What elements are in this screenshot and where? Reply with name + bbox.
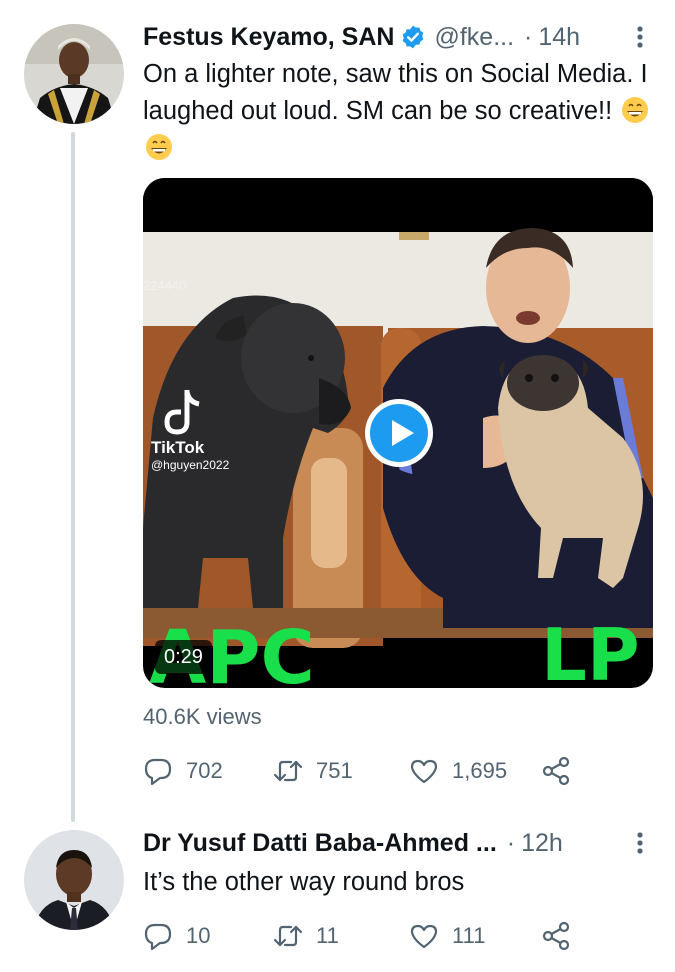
play-button-icon[interactable] [364, 398, 434, 468]
main-tweet[interactable]: Festus Keyamo, SAN @fke... · 14h On a li… [0, 0, 675, 822]
share-icon [542, 756, 570, 786]
video-watermark-number: 224440 [143, 278, 187, 293]
share-icon [542, 921, 570, 951]
reply-more-options-icon[interactable] [625, 828, 655, 858]
overlay-lp-text: LP [541, 613, 640, 688]
reply-header-separator: · [506, 828, 516, 857]
reply-timestamp[interactable]: 12h [521, 829, 563, 858]
retweet-icon [273, 925, 303, 947]
tiktok-label: TikTok [151, 438, 205, 457]
author-avatar[interactable] [24, 24, 124, 124]
reply-author-avatar[interactable] [24, 830, 124, 930]
reply-header: Dr Yusuf Datti Baba-Ahmed ... · 12h [143, 826, 655, 860]
share-button[interactable] [541, 754, 571, 788]
reply-icon [144, 758, 172, 786]
reply-retweet-count: 11 [316, 923, 339, 948]
tiktok-username: @hguyen2022 [151, 458, 230, 472]
author-handle[interactable]: @fke... [434, 23, 514, 52]
tweet-text: On a lighter note, saw this on Social Me… [143, 56, 658, 167]
reply-retweet-button[interactable]: 11 [273, 919, 339, 953]
reply-text: It’s the other way round bros [143, 868, 465, 896]
reply-button[interactable]: 702 [143, 754, 223, 788]
tweet-actions: 702 751 1,695 [143, 754, 613, 788]
reply-like-button[interactable]: 111 [409, 919, 485, 953]
reply-reply-count: 10 [186, 923, 211, 948]
tweet-body: On a lighter note, saw this on Social Me… [143, 60, 648, 125]
header-separator: · [524, 22, 533, 51]
retweet-count: 751 [316, 758, 353, 783]
video-duration: 0:29 [155, 640, 212, 674]
more-options-icon[interactable] [625, 22, 655, 52]
grinning-face-icon [622, 97, 649, 123]
reply-author-photo [24, 830, 124, 930]
like-button[interactable]: 1,695 [409, 754, 507, 788]
heart-icon [410, 924, 438, 949]
reply-actions: 10 11 111 [143, 919, 613, 953]
grinning-face-icon [146, 134, 172, 160]
view-count: 40.6K views [143, 704, 262, 729]
retweet-icon [273, 760, 303, 782]
reply-tweet[interactable]: Dr Yusuf Datti Baba-Ahmed ... · 12h It’s… [0, 812, 675, 972]
video-player[interactable]: APC LP 224440 TikTok @hguyen2022 0:29 [143, 178, 653, 688]
reply-reply-button[interactable]: 10 [143, 919, 210, 953]
reply-share-button[interactable] [541, 919, 571, 953]
tweet-timestamp[interactable]: 14h [538, 23, 580, 52]
retweet-button[interactable]: 751 [273, 754, 353, 788]
verified-badge-icon [403, 25, 424, 49]
tweet-header: Festus Keyamo, SAN @fke... · 14h [143, 20, 655, 54]
thread-connector-line [71, 132, 75, 822]
author-photo [24, 24, 124, 124]
reply-icon [144, 923, 172, 951]
reply-count: 702 [186, 758, 223, 783]
like-count: 1,695 [452, 758, 508, 783]
author-name[interactable]: Festus Keyamo, SAN [143, 23, 394, 52]
reply-author-name[interactable]: Dr Yusuf Datti Baba-Ahmed ... [143, 829, 497, 858]
reply-like-count: 111 [452, 923, 486, 948]
heart-icon [410, 759, 438, 784]
